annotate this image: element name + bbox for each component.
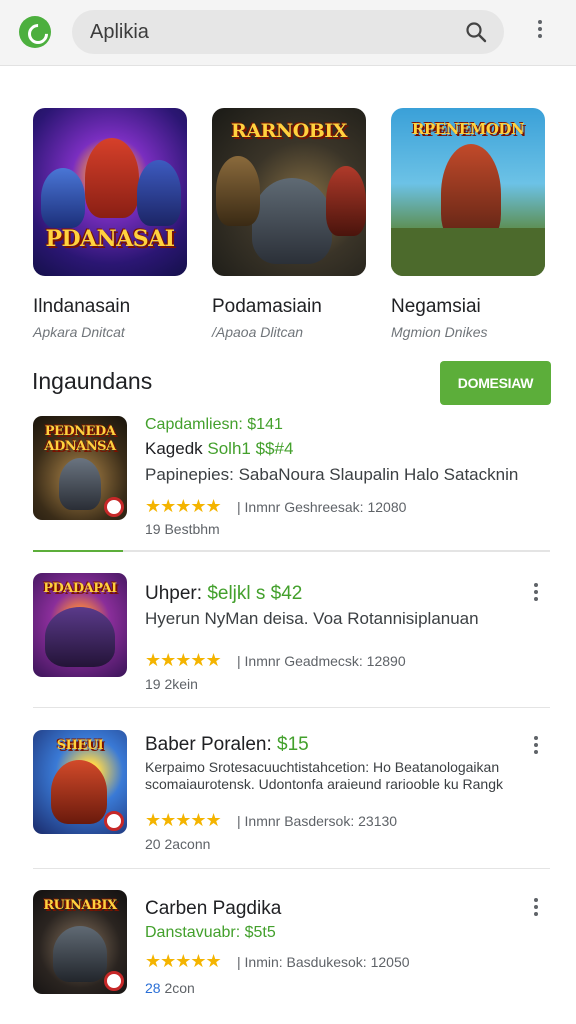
featured-name: Negamsiai: [391, 296, 481, 317]
app-title: Carben Pagdika: [145, 898, 282, 919]
app-title-text: Baber Poralen:: [145, 734, 278, 755]
app-price: $15: [277, 734, 309, 755]
app-title-text: Kagedk: [145, 439, 208, 458]
more-vert-icon[interactable]: [530, 20, 550, 44]
app-meta: | Inmnr Basdersok: 23130: [237, 813, 398, 829]
app-thumbnail: RUINABIX: [33, 890, 127, 994]
app-price: $eljkl s $42: [207, 583, 303, 604]
badge-icon: [104, 811, 124, 831]
app-thumbnail: SHEUI: [33, 730, 127, 834]
app-extra: 20 2aconn: [145, 836, 211, 852]
featured-subtitle: /Apaoa Dlitcan: [212, 324, 304, 340]
top-app-bar: Aplikia: [0, 0, 576, 66]
search-bar[interactable]: Aplikia: [72, 10, 504, 54]
app-price-line: Danstavuabr: $5t5: [145, 924, 276, 941]
app-title: Kagedk Solh1 $$#4: [145, 439, 293, 459]
app-title: Baber Poralen: $15: [145, 734, 309, 756]
featured-art-3: RPENEMODN: [391, 108, 545, 276]
badge-icon: [104, 971, 124, 991]
app-price: Solh1 $$#4: [207, 439, 294, 458]
rating-stars: ★★★★★: [145, 650, 222, 670]
featured-name: Podamasiain: [212, 296, 322, 317]
list-item[interactable]: RUINABIX Carben Pagdika Danstavuabr: $5t…: [0, 890, 576, 1000]
thumbnail-title: SHEUI: [56, 738, 104, 753]
app-extra: 28 2con: [145, 980, 195, 996]
app-title-text: Uhper:: [145, 583, 208, 604]
section-title: Ingaundans: [32, 368, 153, 394]
app-price-line: Capdamliesn: $141: [145, 416, 283, 433]
featured-art-2: RARNOBIX: [212, 108, 366, 276]
featured-art-1: PDANASAI: [33, 108, 187, 276]
app-extra-text: 2con: [160, 980, 195, 996]
divider: [33, 868, 550, 869]
rating-stars: ★★★★★: [145, 951, 222, 971]
featured-art-title: RPENEMODN: [411, 120, 525, 138]
list-item[interactable]: PDADAPAI Uhper: $eljkl s $42 Hyerun NyMa…: [0, 573, 576, 713]
search-input[interactable]: Aplikia: [90, 21, 149, 44]
rating-stars: ★★★★★: [145, 496, 222, 516]
app-title: Uhper: $eljkl s $42: [145, 583, 302, 605]
more-vert-icon[interactable]: [528, 898, 544, 918]
more-vert-icon[interactable]: [528, 736, 544, 756]
app-extra: 19 2kein: [145, 676, 198, 692]
search-icon[interactable]: [464, 20, 488, 44]
more-vert-icon[interactable]: [528, 583, 544, 603]
thumbnail-title: RUINABIX: [43, 898, 117, 913]
featured-art-title: PDANASAI: [45, 226, 175, 252]
app-description: Hyerun NyMan deisa. Voa Rotannisiplanuan: [145, 609, 479, 628]
app-meta: | Inmin: Basdukesok: 12050: [237, 954, 410, 970]
featured-card-1[interactable]: PDANASAI Ilndanasain Apkara Dnitcat: [33, 108, 189, 340]
thumbnail-title: PDADAPAI: [43, 581, 117, 596]
badge-icon: [104, 497, 124, 517]
app-logo-icon[interactable]: [19, 16, 51, 48]
featured-subtitle: Apkara Dnitcat: [33, 324, 125, 340]
app-meta: | Inmnr Geadmecsk: 12890: [237, 653, 406, 669]
app-thumbnail: PDADAPAI: [33, 573, 127, 677]
app-meta: | Inmnr Geshreesak: 12080: [237, 499, 407, 515]
featured-card-2[interactable]: RARNOBIX Podamasiain /Apaoa Dlitcan: [212, 108, 368, 340]
app-description: Kerpaimo Srotesacuuchtistahcetion: Ho Be…: [145, 759, 503, 792]
featured-subtitle: Mgmion Dnikes: [391, 324, 488, 340]
featured-name: Ilndanasain: [33, 296, 131, 317]
app-description: Papinepies: SabaNoura Slaupalin Halo Sat…: [145, 465, 519, 484]
app-thumbnail: PEDNEDA ADNANSA: [33, 416, 127, 520]
featured-card-3[interactable]: RPENEMODN Negamsiai Mgmion Dnikes: [391, 108, 547, 340]
app-extra: 19 Bestbhm: [145, 521, 220, 537]
featured-art-title: RARNOBIX: [231, 120, 347, 142]
rating-stars: ★★★★★: [145, 810, 222, 830]
divider: [33, 707, 550, 708]
divider: [33, 550, 550, 552]
list-item[interactable]: PEDNEDA ADNANSA Capdamliesn: $141 Kagedk…: [0, 416, 576, 556]
section-action-button[interactable]: DOMESIAW: [440, 361, 551, 405]
app-extra-number: 28: [145, 980, 161, 996]
list-item[interactable]: SHEUI Baber Poralen: $15 Kerpaimo Srotes…: [0, 730, 576, 870]
thumbnail-title: PEDNEDA ADNANSA: [44, 424, 116, 454]
